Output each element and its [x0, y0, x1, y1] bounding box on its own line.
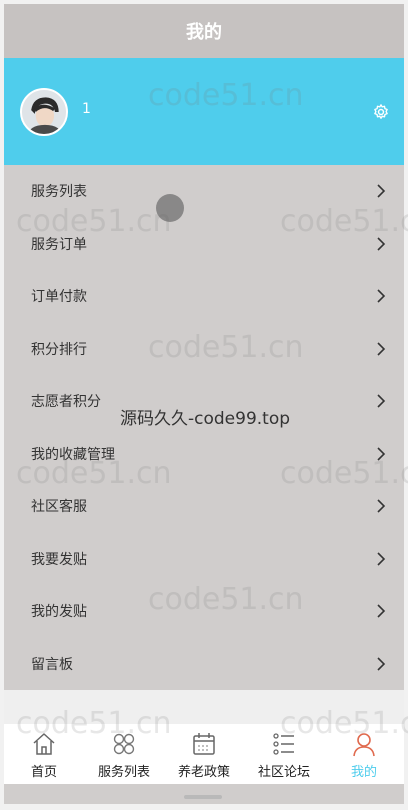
- menu-item-label: 订单付款: [31, 289, 87, 306]
- menu-item-my-posts[interactable]: 我的发贴: [4, 585, 404, 638]
- user-icon: [353, 733, 375, 757]
- menu-item-customer-service[interactable]: 社区客服: [4, 480, 404, 533]
- avatar-image: [22, 90, 66, 134]
- home-icon: [33, 733, 55, 755]
- menu-item-label: 积分排行: [31, 341, 87, 358]
- chevron-right-icon: [377, 657, 386, 671]
- menu-item-label: 服务列表: [31, 184, 87, 201]
- profile-section: 1: [4, 58, 404, 165]
- menu-item-favorites[interactable]: 我的收藏管理: [4, 428, 404, 481]
- menu-item-points-ranking[interactable]: 积分排行: [4, 323, 404, 376]
- username: 1: [82, 101, 91, 117]
- touch-indicator: [156, 194, 184, 222]
- gear-icon[interactable]: [372, 103, 390, 121]
- top-bar: 我的: [4, 4, 404, 58]
- tab-label: 首页: [30, 765, 57, 780]
- chevron-right-icon: [377, 604, 386, 618]
- chevron-right-icon: [377, 342, 386, 356]
- home-indicator: [184, 795, 222, 799]
- tab-label: 社区论坛: [257, 765, 310, 780]
- chevron-right-icon: [377, 552, 386, 566]
- menu-item-label: 我的发贴: [31, 604, 87, 621]
- chevron-right-icon: [377, 237, 386, 251]
- tab-mine[interactable]: 我的: [324, 724, 404, 784]
- tab-service-list[interactable]: 服务列表: [84, 724, 164, 784]
- menu-item-message-board[interactable]: 留言板: [4, 638, 404, 691]
- tab-elderly-policy[interactable]: 养老政策: [164, 724, 244, 784]
- menu-item-service-orders[interactable]: 服务订单: [4, 218, 404, 271]
- page-title: 我的: [186, 22, 222, 43]
- avatar[interactable]: [20, 88, 68, 136]
- chevron-right-icon: [377, 499, 386, 513]
- chevron-right-icon: [377, 289, 386, 303]
- watermark-center-text: 源码久久-code99.top: [120, 409, 291, 429]
- grid-icon: [113, 733, 135, 755]
- menu-item-label: 我的收藏管理: [31, 446, 115, 463]
- menu-item-new-post[interactable]: 我要发贴: [4, 533, 404, 586]
- menu-bottom-spacer: [4, 690, 404, 724]
- menu-item-label: 服务订单: [31, 236, 87, 253]
- tab-label: 服务列表: [97, 765, 150, 780]
- tab-community-forum[interactable]: 社区论坛: [244, 724, 324, 784]
- calendar-icon: [193, 733, 215, 755]
- chevron-right-icon: [377, 184, 386, 198]
- tab-label: 养老政策: [177, 765, 230, 780]
- chevron-right-icon: [377, 447, 386, 461]
- menu-item-service-list[interactable]: 服务列表: [4, 165, 404, 218]
- menu-item-label: 我要发贴: [31, 551, 87, 568]
- menu-item-label: 社区客服: [31, 499, 87, 516]
- menu-item-order-payment[interactable]: 订单付款: [4, 270, 404, 323]
- list-icon: [273, 733, 294, 755]
- tab-home[interactable]: 首页: [4, 724, 84, 784]
- menu-item-label: 留言板: [31, 656, 73, 673]
- menu-item-label: 志愿者积分: [31, 394, 101, 411]
- chevron-right-icon: [377, 394, 386, 408]
- bottom-tab-bar: 首页 服务列表 养老政策 社区论坛 我的: [4, 724, 404, 784]
- tab-label: 我的: [350, 765, 377, 780]
